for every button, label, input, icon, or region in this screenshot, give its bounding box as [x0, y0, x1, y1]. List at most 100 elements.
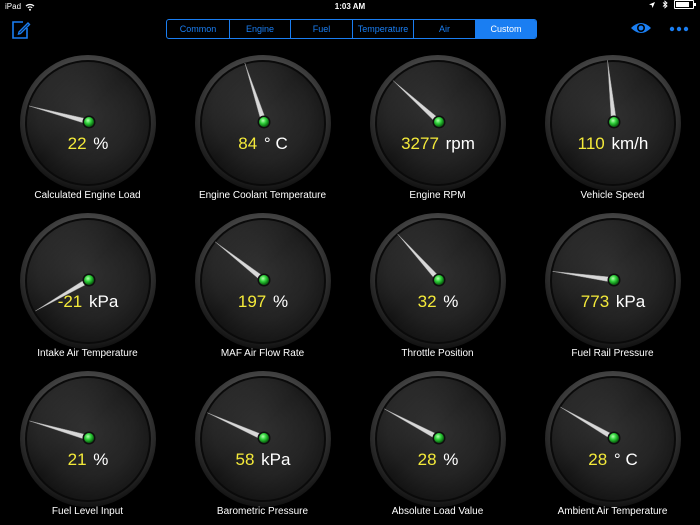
gauge-cell[interactable]: 773 kPa Fuel Rail Pressure	[525, 204, 700, 362]
gauge-unit: kPa	[261, 450, 291, 469]
battery-icon	[674, 0, 696, 9]
edit-button[interactable]	[10, 19, 32, 41]
gauge-cell[interactable]: 32 % Throttle Position	[350, 204, 525, 362]
gauge-unit: ° C	[263, 134, 288, 153]
gauge-readout: 28 %	[369, 450, 507, 470]
gauge-face	[20, 371, 156, 507]
gauge-unit: %	[93, 134, 109, 153]
gauge-hub-light	[434, 433, 444, 443]
battery-fill	[676, 2, 689, 7]
gauge-hub-light	[434, 117, 444, 127]
tab-engine[interactable]: Engine	[230, 20, 291, 38]
gauge-label: Throttle Position	[401, 348, 474, 359]
gauge-readout: -21 kPa	[19, 292, 157, 312]
gauge-value: 32	[417, 292, 437, 311]
gauge-dial: 22 %	[19, 54, 157, 192]
gauge-readout: 773 kPa	[544, 292, 682, 312]
gauge-face	[370, 55, 506, 191]
gauge-label: Ambient Air Temperature	[557, 506, 668, 517]
gauge-label: Fuel Rail Pressure	[571, 348, 654, 359]
gauge-cell[interactable]: 3277 rpm Engine RPM	[350, 46, 525, 204]
bluetooth-icon	[662, 0, 668, 9]
gauge-cell[interactable]: 22 % Calculated Engine Load	[0, 46, 175, 204]
gauge-value: 22	[67, 134, 87, 153]
gauge-unit: %	[93, 450, 109, 469]
gauge-readout: 84 ° C	[194, 134, 332, 154]
gauge-hub-light	[84, 433, 94, 443]
gauge-unit: %	[272, 292, 289, 311]
gauge-face	[545, 371, 681, 507]
tab-temperature[interactable]: Temperature	[353, 20, 414, 38]
gauge-face	[195, 213, 331, 349]
compose-icon	[12, 21, 31, 39]
toolbar: Common Engine Fuel Temperature Air Custo…	[0, 14, 700, 46]
gauge-unit: rpm	[445, 134, 475, 153]
gauge-face	[195, 371, 331, 507]
eye-icon	[631, 23, 651, 33]
gauge-dial: 32 %	[369, 212, 507, 350]
gauge-cell[interactable]: 197 % MAF Air Flow Rate	[175, 204, 350, 362]
gauge-label: Vehicle Speed	[580, 190, 645, 201]
gauge-dial: 3277 rpm	[369, 54, 507, 192]
gauge-readout: 21 %	[19, 450, 157, 470]
gauge-dial: 110 km/h	[544, 54, 682, 192]
gauge-dial: 21 %	[19, 370, 157, 508]
gauge-cell[interactable]: 28 % Absolute Load Value	[350, 362, 525, 520]
gauge-value: 84	[238, 134, 258, 153]
gauge-dial: 28 %	[369, 370, 507, 508]
gauge-face	[20, 55, 156, 191]
gauge-hub-light	[609, 433, 619, 443]
gauge-value: 110	[577, 134, 605, 153]
gauge-label: Barometric Pressure	[216, 506, 309, 517]
gauge-cell[interactable]: 21 % Fuel Level Input	[0, 362, 175, 520]
gauge-readout: 22 %	[19, 134, 157, 154]
gauge-value: 58	[235, 450, 255, 469]
gauge-dial: -21 kPa	[19, 212, 157, 350]
gauge-cell[interactable]: -21 kPa Intake Air Temperature	[0, 204, 175, 362]
tab-air[interactable]: Air	[414, 20, 476, 38]
gauge-unit: km/h	[611, 134, 649, 153]
gauge-hub-light	[609, 117, 619, 127]
gauge-unit: %	[443, 292, 459, 311]
location-arrow-icon	[649, 1, 655, 8]
gauge-face	[370, 371, 506, 507]
gauge-unit: kPa	[89, 292, 119, 311]
ellipsis-icon	[669, 26, 689, 32]
gauge-unit: ° C	[613, 450, 638, 469]
tab-fuel[interactable]: Fuel	[291, 20, 353, 38]
status-right	[648, 0, 696, 9]
gauge-face	[20, 213, 156, 349]
tab-custom[interactable]: Custom	[476, 20, 536, 38]
gauge-label: Absolute Load Value	[391, 506, 484, 517]
gauge-hub-light	[434, 275, 444, 285]
gauge-face	[195, 55, 331, 191]
gauge-value: -21	[57, 292, 83, 311]
gauge-value: 21	[67, 450, 87, 469]
gauge-face	[545, 213, 681, 349]
gauge-dial: 28 ° C	[544, 370, 682, 508]
gauge-face	[370, 213, 506, 349]
gauge-hub-light	[84, 117, 94, 127]
gauge-hub-light	[259, 275, 269, 285]
gauge-value: 28	[417, 450, 437, 469]
status-bar: iPad 1:03 AM	[0, 0, 700, 14]
gauge-dial: 58 kPa	[194, 370, 332, 508]
tab-common[interactable]: Common	[167, 20, 230, 38]
gauge-hub-light	[84, 275, 94, 285]
gauge-hub-light	[609, 275, 619, 285]
gauge-hub-light	[259, 117, 269, 127]
gauge-cell[interactable]: 84 ° C Engine Coolant Temperature	[175, 46, 350, 204]
gauge-cell[interactable]: 28 ° C Ambient Air Temperature	[525, 362, 700, 520]
gauge-label: Fuel Level Input	[51, 506, 124, 517]
view-button[interactable]	[630, 20, 652, 36]
gauge-label: MAF Air Flow Rate	[220, 348, 305, 359]
gauge-unit: %	[443, 450, 459, 469]
gauge-value: 28	[588, 450, 608, 469]
gauge-value: 3277	[401, 134, 439, 153]
gauge-label: Engine RPM	[409, 190, 466, 201]
category-segmented-control: Common Engine Fuel Temperature Air Custo…	[166, 19, 537, 39]
more-button[interactable]	[668, 20, 690, 36]
gauge-cell[interactable]: 58 kPa Barometric Pressure	[175, 362, 350, 520]
gauge-value: 197	[237, 292, 267, 311]
gauge-cell[interactable]: 110 km/h Vehicle Speed	[525, 46, 700, 204]
